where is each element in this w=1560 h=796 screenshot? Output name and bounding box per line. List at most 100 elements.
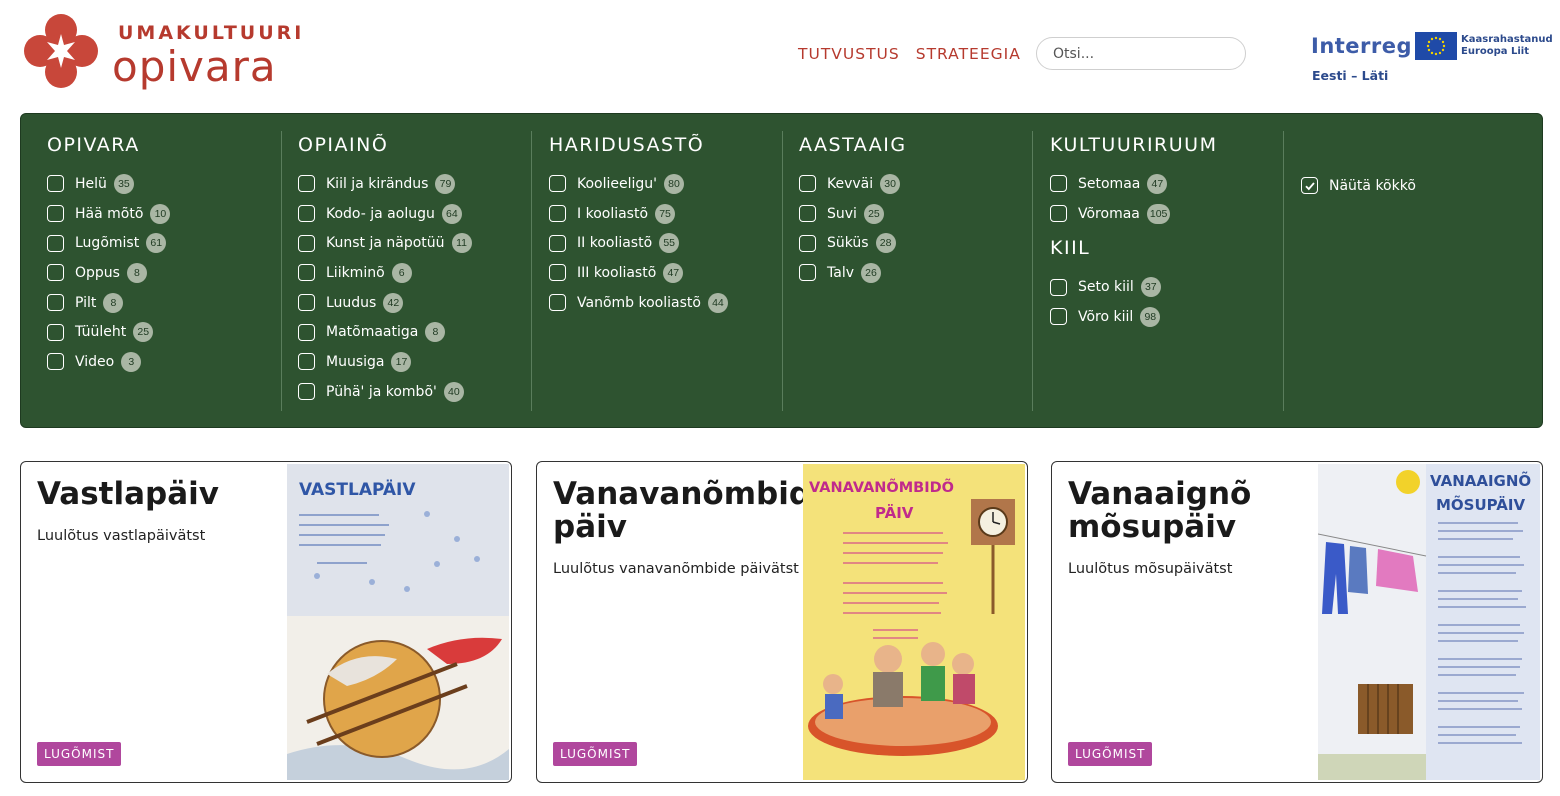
filter-option[interactable]: I kooliastõ 75 xyxy=(549,199,782,229)
checkbox[interactable] xyxy=(799,175,816,193)
checkbox[interactable] xyxy=(47,175,64,193)
content-card[interactable]: Vanaaignõ mõsupäiv Luulõtus mõsupäivätst… xyxy=(1051,461,1543,783)
filter-option[interactable]: Süküs 28 xyxy=(799,228,1032,258)
filter-option[interactable]: Lugõmist 61 xyxy=(47,228,281,258)
filter-option[interactable]: II kooliastõ 55 xyxy=(549,228,782,258)
poster-title-2: PÄIV xyxy=(875,503,914,522)
checkbox-checked[interactable] xyxy=(1301,177,1318,195)
checkbox[interactable] xyxy=(47,323,64,341)
filter-option[interactable]: Võromaa 105 xyxy=(1050,199,1283,229)
checkbox[interactable] xyxy=(549,175,566,193)
count-badge: 105 xyxy=(1146,203,1171,224)
filter-label: Luudus xyxy=(326,294,377,311)
filter-label: Võromaa xyxy=(1078,205,1140,222)
filter-label: Koolieeligu' xyxy=(577,175,658,192)
filter-option[interactable]: Suvi 25 xyxy=(799,199,1032,229)
checkbox[interactable] xyxy=(47,264,64,282)
checkbox[interactable] xyxy=(298,383,315,401)
content-card[interactable]: Vanavanõmbide päiv Luulõtus vanavanõmbid… xyxy=(536,461,1028,783)
checkbox[interactable] xyxy=(47,353,64,371)
count-badge: 98 xyxy=(1140,306,1161,327)
filter-option[interactable]: Seto kiil 37 xyxy=(1050,272,1283,302)
count-badge: 26 xyxy=(861,262,881,283)
checkbox[interactable] xyxy=(47,234,64,252)
count-badge: 47 xyxy=(663,262,684,283)
filter-group-aastaaig: AASTAAIG Kevväi 30 Suvi 25 Süküs 28 Talv 26 xyxy=(799,131,1033,411)
logo-main-text: opivara xyxy=(112,42,277,91)
count-badge: 28 xyxy=(875,233,896,254)
filter-option[interactable]: Muusiga 17 xyxy=(298,347,531,377)
card-tag[interactable]: LUGÕMIST xyxy=(37,742,122,766)
filter-option[interactable]: Vanõmb kooliastõ 44 xyxy=(549,288,782,318)
filter-option[interactable]: Helü 35 xyxy=(47,169,281,199)
filter-option[interactable]: Hää mõtõ 10 xyxy=(47,199,281,229)
checkbox[interactable] xyxy=(799,264,816,282)
filter-option[interactable]: Video 3 xyxy=(47,347,281,377)
filter-group-opivara: OPIVARA Helü 35 Hää mõtõ 10 Lugõmist 61 Opp… xyxy=(47,131,282,411)
checkbox[interactable] xyxy=(298,264,315,282)
filter-heading: AASTAAIG xyxy=(799,134,907,156)
checkbox[interactable] xyxy=(549,264,566,282)
filter-option[interactable]: Matõmaatiga 8 xyxy=(298,317,531,347)
eu-line-2: Euroopa Liit xyxy=(1461,46,1530,57)
filter-option[interactable]: Võro kiil 98 xyxy=(1050,302,1283,332)
filter-option[interactable]: Talv 26 xyxy=(799,258,1032,288)
filter-group-show-all: Näütä kõkkõ xyxy=(1301,171,1531,451)
interreg-wordmark: Interreg xyxy=(1311,34,1413,58)
card-tag[interactable]: LUGÕMIST xyxy=(553,742,638,766)
filter-option[interactable]: Kevväi 30 xyxy=(799,169,1032,199)
filter-option[interactable]: Pilt 8 xyxy=(47,288,281,318)
filter-label: Süküs xyxy=(827,235,869,252)
nav-tutvustus[interactable]: TUTVUSTUS xyxy=(798,45,900,63)
filter-option[interactable]: Kunst ja näpotüü 11 xyxy=(298,228,531,258)
checkbox[interactable] xyxy=(1050,205,1067,223)
filter-option[interactable]: Liikminõ 6 xyxy=(298,258,531,288)
content-card[interactable]: Vastlapäiv Luulõtus vastlapäivätst LUGÕM… xyxy=(20,461,512,783)
filter-label: Kiil ja kirändus xyxy=(326,175,429,192)
checkbox[interactable] xyxy=(549,294,566,312)
filter-label: Matõmaatiga xyxy=(326,324,419,341)
filter-option[interactable]: Luudus 42 xyxy=(298,288,531,318)
poster-title-1: VANAVANÕMBIDÕ xyxy=(809,478,954,496)
checkbox[interactable] xyxy=(549,205,566,223)
filter-option[interactable]: Kodo- ja aolugu 64 xyxy=(298,199,531,229)
checkbox[interactable] xyxy=(1050,175,1067,193)
filter-label: Setomaa xyxy=(1078,175,1141,192)
checkbox[interactable] xyxy=(298,234,315,252)
checkbox[interactable] xyxy=(799,234,816,252)
checkbox[interactable] xyxy=(298,294,315,312)
checkbox[interactable] xyxy=(298,353,315,371)
filter-heading: OPIAINÕ xyxy=(298,134,389,156)
checkbox[interactable] xyxy=(298,205,315,223)
checkbox[interactable] xyxy=(298,323,315,341)
filter-label: Seto kiil xyxy=(1078,279,1134,296)
count-badge: 61 xyxy=(146,233,167,254)
count-badge: 40 xyxy=(443,381,464,402)
search-input[interactable] xyxy=(1036,37,1246,70)
filter-option[interactable]: Koolieeligu' 80 xyxy=(549,169,782,199)
nav-strateegia[interactable]: STRATEEGIA xyxy=(916,45,1021,63)
filter-option[interactable]: Oppus 8 xyxy=(47,258,281,288)
count-badge: 11 xyxy=(451,233,472,254)
filter-option[interactable]: III kooliastõ 47 xyxy=(549,258,782,288)
filter-group-kultuuriruum: KULTUURIRUUM Setomaa 47 Võromaa 105 KIIL S… xyxy=(1050,131,1284,411)
filter-option[interactable]: Setomaa 47 xyxy=(1050,169,1283,199)
filter-label: Video xyxy=(75,353,115,370)
site-logo[interactable]: UMAKULTUURI opivara xyxy=(24,14,304,94)
count-badge: 44 xyxy=(707,292,728,313)
checkbox[interactable] xyxy=(549,234,566,252)
filter-label: Oppus xyxy=(75,264,120,281)
checkbox[interactable] xyxy=(1050,278,1067,296)
logo-flower-icon xyxy=(24,14,98,88)
show-all-option[interactable]: Näütä kõkkõ xyxy=(1301,171,1531,201)
filter-option[interactable]: Kiil ja kirändus 79 xyxy=(298,169,531,199)
checkbox[interactable] xyxy=(799,205,816,223)
checkbox[interactable] xyxy=(47,294,64,312)
checkbox[interactable] xyxy=(1050,308,1067,326)
checkbox[interactable] xyxy=(298,175,315,193)
filter-option[interactable]: Pühä' ja kombõ' 40 xyxy=(298,377,531,407)
filter-label: Kevväi xyxy=(827,175,874,192)
card-tag[interactable]: LUGÕMIST xyxy=(1068,742,1153,766)
checkbox[interactable] xyxy=(47,205,64,223)
filter-option[interactable]: Tüüleht 25 xyxy=(47,317,281,347)
